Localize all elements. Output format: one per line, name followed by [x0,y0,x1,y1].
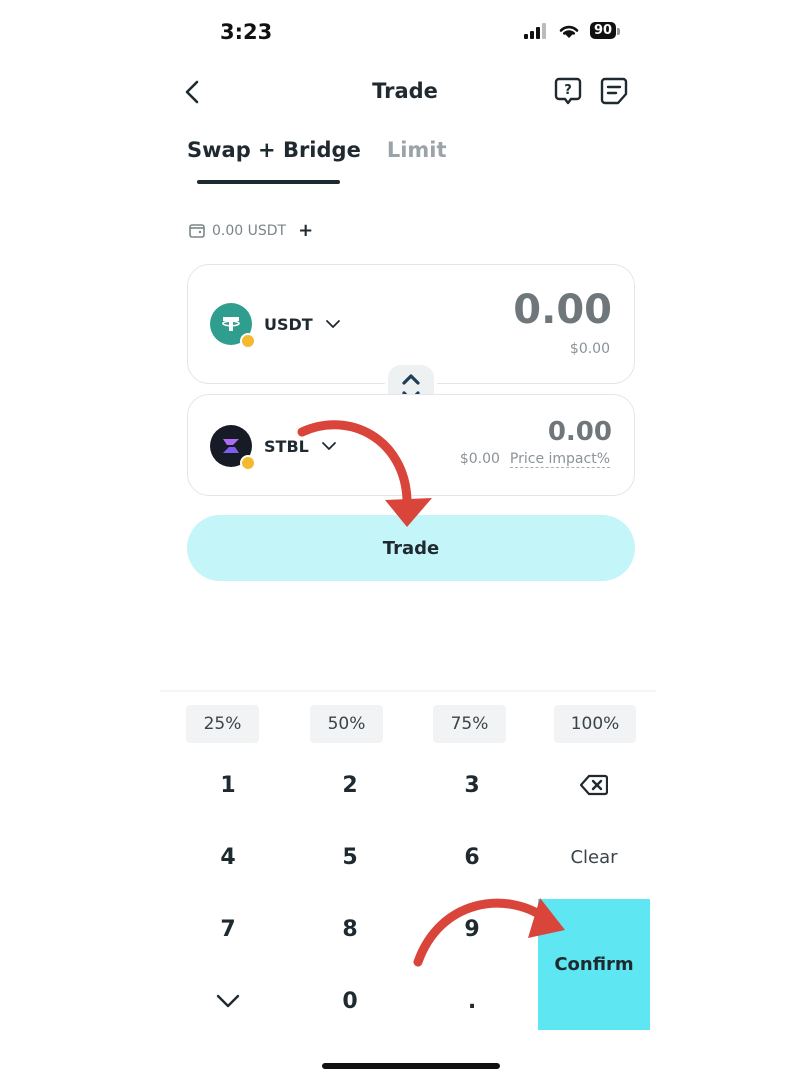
percent-75-button[interactable]: 75% [433,705,506,743]
key-5[interactable]: 5 [300,832,400,882]
to-amount-usd: $0.00 [459,451,500,467]
key-0[interactable]: 0 [300,976,400,1026]
svg-text:?: ? [564,83,572,98]
key-7[interactable]: 7 [178,904,278,954]
to-token-symbol: STBL [264,436,309,456]
battery-indicator: 90 [590,22,621,39]
stbl-logo-icon [210,425,256,471]
key-2[interactable]: 2 [300,760,400,810]
keypad-divider [160,690,656,692]
cellular-signal-icon [524,22,546,39]
key-4[interactable]: 4 [178,832,278,882]
nav-header: Trade ? [180,70,630,114]
to-token-selector[interactable]: STBL [210,425,337,471]
tab-limit[interactable]: Limit [387,138,447,162]
from-amount-input[interactable]: 0.00 [513,287,612,333]
percent-100-button[interactable]: 100% [554,705,636,743]
chevron-down-icon [325,320,340,328]
help-button[interactable]: ? [554,76,582,110]
percent-50-button[interactable]: 50% [310,705,383,743]
price-impact-link[interactable]: Price impact% [509,451,610,468]
home-indicator [322,1063,500,1069]
chevron-down-icon [321,442,336,450]
active-tab-indicator [197,180,340,184]
tab-swap-bridge[interactable]: Swap + Bridge [187,138,361,162]
wallet-icon [189,223,205,238]
from-token-selector[interactable]: USDT [210,303,341,349]
wallet-balance: 0.00 USDT + [188,220,313,241]
clear-button[interactable]: Clear [544,832,644,882]
backspace-icon [580,774,608,796]
key-decimal[interactable]: . [422,976,522,1026]
trade-button[interactable]: Trade [187,515,635,581]
to-token-card: STBL 0.00 $0.00 Price impact% [187,394,635,496]
status-time: 3:23 [220,20,273,44]
from-amount-usd: $0.00 [569,341,610,357]
key-1[interactable]: 1 [178,760,278,810]
collapse-keypad-button[interactable] [178,976,278,1026]
help-icon: ? [554,77,582,105]
to-amount: 0.00 [547,417,612,447]
status-icons: 90 [524,22,621,39]
chain-badge-icon [240,455,256,471]
receipt-icon [600,77,628,105]
trade-tabs: Swap + Bridge Limit [187,138,447,162]
key-9[interactable]: 9 [422,904,522,954]
percent-25-button[interactable]: 25% [186,705,259,743]
add-funds-button[interactable]: + [298,220,313,241]
chevron-down-icon [216,994,240,1008]
history-button[interactable] [600,76,628,110]
backspace-button[interactable] [544,760,644,810]
usdt-logo-icon [210,303,256,349]
to-amount-details: $0.00 Price impact% [460,451,610,468]
key-3[interactable]: 3 [422,760,522,810]
chain-badge-icon [240,333,256,349]
key-8[interactable]: 8 [300,904,400,954]
wifi-icon [559,25,579,38]
status-bar: 3:23 90 [0,0,804,66]
confirm-button[interactable]: Confirm [538,899,650,1030]
balance-value: 0.00 USDT [212,222,287,239]
key-6[interactable]: 6 [422,832,522,882]
from-token-symbol: USDT [264,314,313,334]
